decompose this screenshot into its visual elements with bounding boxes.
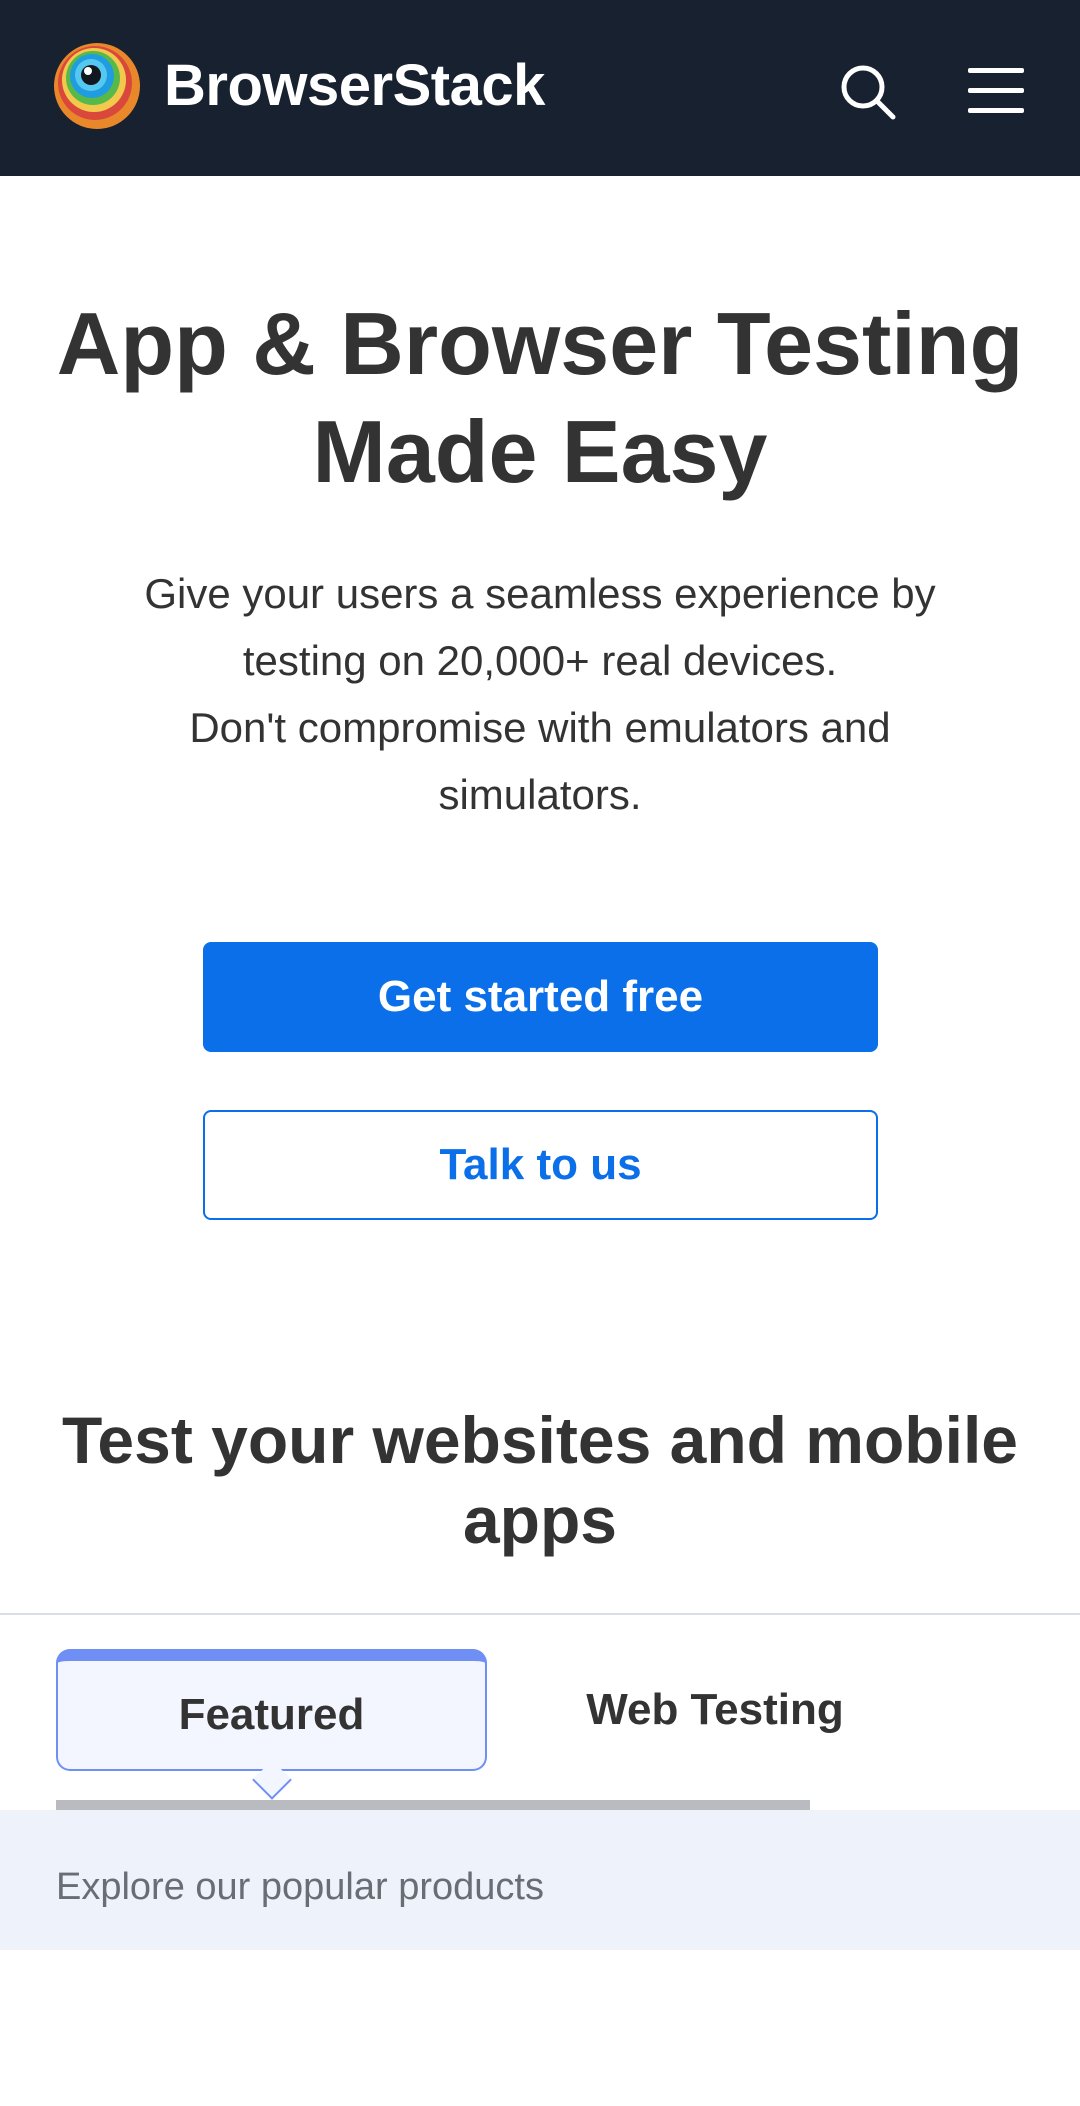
tabs-scrollbar[interactable]: [56, 1800, 810, 1810]
hero-subtitle: Give your users a seamless experience by…: [60, 560, 1020, 828]
panel-description: Explore our popular products: [56, 1866, 544, 1908]
search-icon[interactable]: [838, 62, 898, 122]
tab-web-testing[interactable]: Web Testing: [545, 1649, 885, 1771]
hero-title-line: Made Easy: [312, 402, 768, 501]
browserstack-logo-icon[interactable]: [53, 42, 141, 130]
talk-to-us-button[interactable]: Talk to us: [203, 1110, 878, 1220]
brand-name[interactable]: BrowserStack: [164, 52, 545, 119]
tab-featured[interactable]: Featured: [56, 1649, 487, 1771]
hero-subtitle-line: Don't compromise with emulators and: [189, 704, 891, 751]
section-title-line: Test your websites and mobile: [61, 1403, 1018, 1477]
hero-subtitle-line: simulators.: [438, 771, 642, 818]
section-title-line: apps: [462, 1483, 618, 1557]
hero-title: App & Browser Testing Made Easy: [0, 290, 1080, 506]
get-started-free-button[interactable]: Get started free: [203, 942, 878, 1052]
hamburger-menu-icon[interactable]: [966, 64, 1026, 116]
section-divider: [0, 1613, 1080, 1615]
top-navigation-bar: BrowserStack: [0, 0, 1080, 176]
hero-subtitle-line: testing on 20,000+ real devices.: [242, 637, 838, 684]
hero-title-line: App & Browser Testing: [56, 294, 1024, 393]
hero-subtitle-line: Give your users a seamless experience by: [144, 570, 936, 617]
section-title: Test your websites and mobile apps: [0, 1400, 1080, 1560]
